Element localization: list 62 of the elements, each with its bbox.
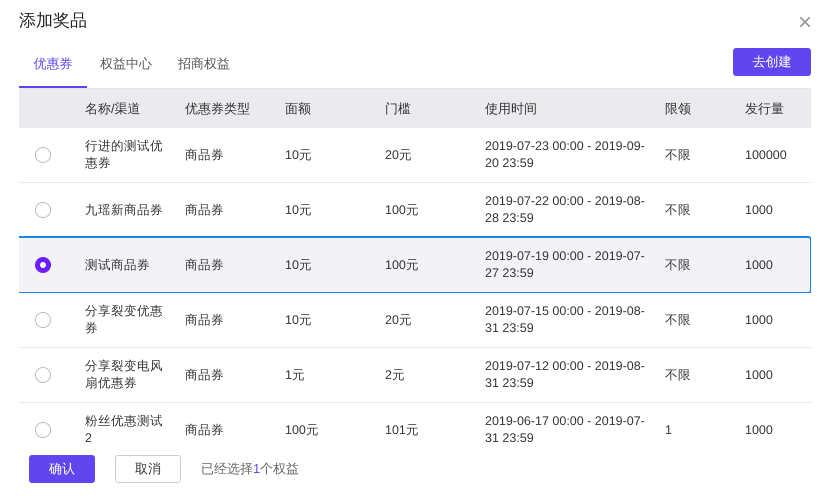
- column-header: 发行量: [745, 100, 784, 116]
- radio-button[interactable]: [35, 257, 51, 273]
- table-cell: 分享裂变电风扇优惠券: [85, 359, 163, 390]
- table-cell: 商品券: [185, 202, 224, 216]
- table-cell: 20元: [385, 312, 412, 326]
- table-cell: 2019-07-22 00:00 - 2019-08-28 23:59: [485, 194, 645, 225]
- table-cell: 九瑶新商品券: [85, 202, 163, 216]
- radio-button[interactable]: [35, 147, 51, 163]
- table-cell: 商品券: [185, 368, 224, 382]
- radio-button[interactable]: [35, 312, 51, 328]
- column-header: 优惠券类型: [185, 100, 250, 116]
- create-button[interactable]: 去创建: [733, 48, 811, 76]
- table-cell: 不限: [665, 368, 691, 382]
- column-header: 面额: [285, 100, 311, 116]
- selection-summary: 已经选择1个权益: [201, 460, 300, 478]
- table-cell: 1000: [745, 312, 773, 326]
- table-cell: 20元: [385, 148, 412, 162]
- table-cell: 100元: [385, 258, 419, 272]
- table-cell: 2019-06-17 00:00 - 2019-07-31 23:59: [485, 414, 645, 442]
- table-cell: 1000: [745, 422, 773, 436]
- table-cell: 2019-07-15 00:00 - 2019-08-31 23:59: [485, 304, 645, 335]
- table-cell: 测试商品券: [85, 258, 150, 272]
- radio-button[interactable]: [35, 422, 51, 438]
- table-cell: 100元: [285, 422, 319, 436]
- table-cell: 商品券: [185, 148, 224, 162]
- table-cell: 101元: [385, 422, 419, 436]
- confirm-button[interactable]: 确认: [29, 455, 95, 483]
- table-cell: 10元: [285, 202, 312, 216]
- table-cell: 2019-07-23 00:00 - 2019-09-20 23:59: [485, 139, 645, 170]
- table-cell: 商品券: [185, 312, 224, 326]
- table-cell: 分享裂变优惠券: [85, 304, 163, 335]
- column-header: 使用时间: [485, 100, 537, 116]
- table-cell: 10元: [285, 148, 312, 162]
- radio-button[interactable]: [35, 367, 51, 383]
- column-header: 限领: [665, 100, 691, 116]
- table-cell: 1000: [745, 258, 773, 272]
- table-cell: 100元: [385, 202, 419, 216]
- table-cell: 行进的测试优惠券: [85, 139, 163, 170]
- table-cell: 不限: [665, 312, 691, 326]
- table-cell: 不限: [665, 148, 691, 162]
- cancel-button[interactable]: 取消: [115, 455, 181, 483]
- column-header: 门槛: [385, 100, 411, 116]
- dialog-title: 添加奖品: [19, 10, 87, 32]
- table-cell: 1000: [745, 202, 773, 216]
- table-cell: 1元: [285, 368, 305, 382]
- table-cell: 10元: [285, 312, 312, 326]
- table-cell: 1: [665, 422, 672, 436]
- table-cell: 2019-07-12 00:00 - 2019-08-31 23:59: [485, 359, 645, 390]
- table-cell: 商品券: [185, 258, 224, 272]
- table-cell: 不限: [665, 202, 691, 216]
- column-header: 名称/渠道: [85, 100, 141, 116]
- table-cell: 商品券: [185, 422, 224, 436]
- table-cell: 粉丝优惠测试 2: [85, 414, 163, 442]
- tab[interactable]: 招商权益: [165, 42, 243, 88]
- table-cell: 2元: [385, 368, 405, 382]
- radio-button[interactable]: [35, 202, 51, 218]
- table-cell: 不限: [665, 258, 691, 272]
- table-cell: 10元: [285, 258, 312, 272]
- table-cell: 100000: [745, 148, 787, 162]
- table-cell: 2019-07-19 00:00 - 2019-07-27 23:59: [485, 249, 645, 280]
- table-cell: 1000: [745, 368, 773, 382]
- tab[interactable]: 权益中心: [87, 42, 165, 88]
